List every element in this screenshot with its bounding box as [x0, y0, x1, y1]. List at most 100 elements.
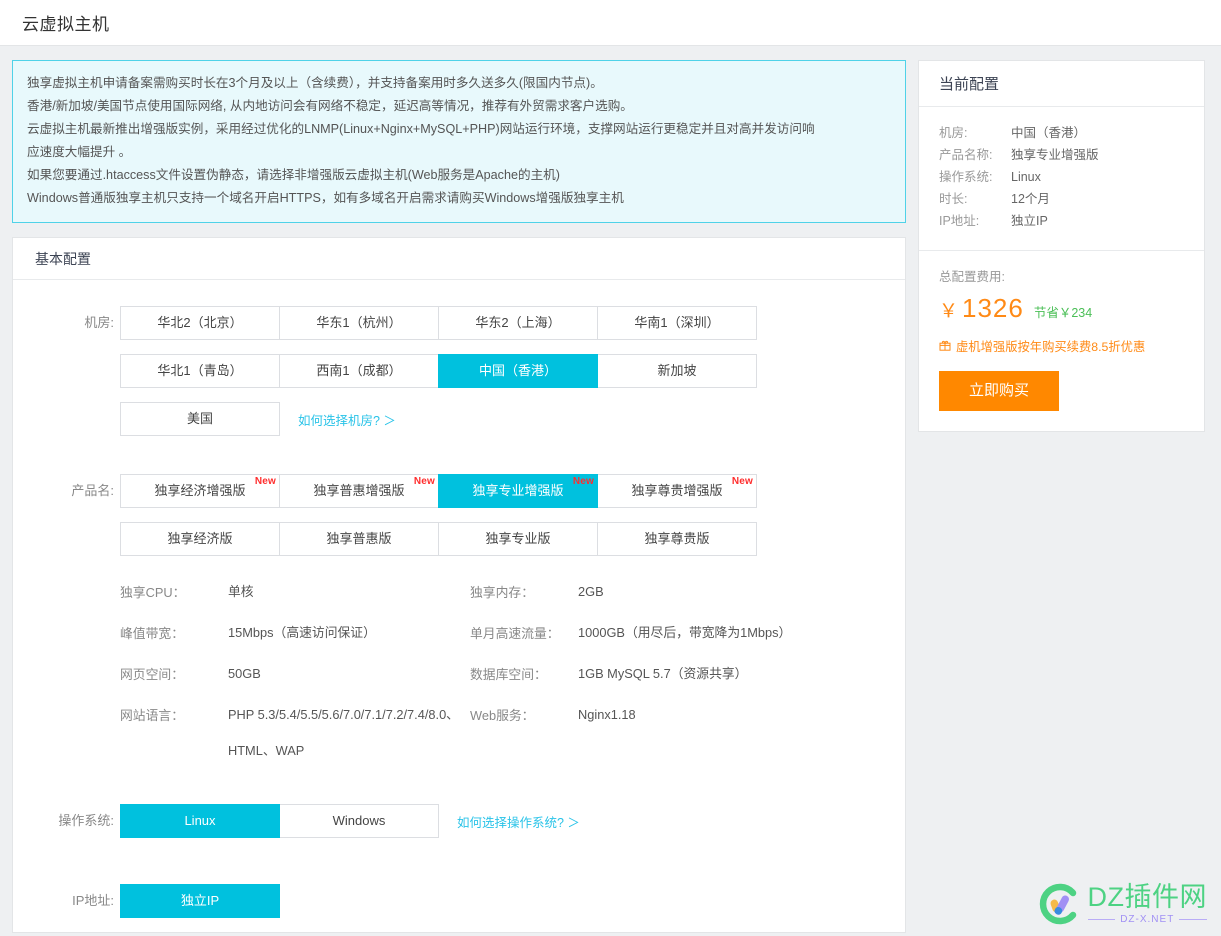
spec-value: 50GB [228, 666, 261, 681]
product-option[interactable]: 独享普惠增强版 New [279, 474, 439, 508]
ip-option-selected[interactable]: 独立IP [120, 884, 280, 918]
config-row: IP地址: 独立IP [939, 210, 1184, 232]
room-option[interactable]: 华东1（杭州） [279, 306, 439, 340]
room-options-row: 美国 如何选择机房? ＞ [120, 402, 757, 436]
buy-now-button[interactable]: 立即购买 [939, 371, 1059, 411]
new-badge-icon: New [254, 476, 276, 487]
config-value: 中国（香港） [1011, 126, 1087, 140]
spec-value: 2GB [578, 584, 604, 599]
config-value: 独立IP [1011, 214, 1048, 228]
product-option-label: 独享专业增强版 [472, 483, 564, 498]
spec-key: 独享内存： [470, 585, 534, 600]
config-key: 产品名称: [939, 148, 993, 162]
new-badge-icon: New [413, 476, 435, 487]
total-cost-label: 总配置费用: [939, 270, 1005, 284]
new-badge-icon: New [731, 476, 753, 487]
product-option-label: 独享经济增强版 [154, 483, 246, 498]
page-title: 云虚拟主机 [22, 15, 110, 34]
room-option[interactable]: 新加坡 [597, 354, 757, 388]
os-option[interactable]: Windows [279, 804, 439, 838]
field-product: 产品名: 独享经济增强版 New 独享普惠增强版 New 独享专业增强版 New… [13, 474, 905, 556]
spec-value: PHP 5.3/5.4/5.5/5.6/7.0/7.1/7.2/7.4/8.0、… [228, 705, 459, 760]
spec-value: 单核 [228, 584, 254, 599]
ip-options-row: 独立IP [120, 884, 280, 918]
notice-line: Windows普通版独享主机只支持一个域名开启HTTPS，如有多域名开启需求请购… [27, 191, 624, 205]
product-option[interactable]: 独享经济增强版 New [120, 474, 280, 508]
sidebar-column: 当前配置 机房: 中国（香港） 产品名称: 独享专业增强版 操作系统: Linu… [918, 60, 1205, 432]
ip-options: 独立IP [120, 884, 280, 918]
page-root: 云虚拟主机 独享虚拟主机申请备案需购买时长在3个月及以上（含续费），并支持备案用… [0, 0, 1221, 936]
room-option[interactable]: 西南1（成都） [279, 354, 439, 388]
spec-key: 网页空间： [120, 667, 184, 682]
spec-value: 1GB MySQL 5.7（资源共享） [578, 666, 748, 681]
product-option[interactable]: 独享专业版 [438, 522, 598, 556]
room-options-row: 华北1（青岛） 西南1（成都） 中国（香港） 新加坡 [120, 354, 757, 388]
spec-key: Web服务： [470, 708, 535, 723]
basic-config-body: 机房: 华北2（北京） 华东1（杭州） 华东2（上海） 华南1（深圳） 华北1（… [13, 280, 905, 932]
product-option[interactable]: 独享经济版 [120, 522, 280, 556]
product-options-row: 独享经济增强版 New 独享普惠增强版 New 独享专业增强版 New 独享尊贵… [120, 474, 757, 508]
product-options: 独享经济增强版 New 独享普惠增强版 New 独享专业增强版 New 独享尊贵… [120, 474, 757, 556]
field-room: 机房: 华北2（北京） 华东1（杭州） 华东2（上海） 华南1（深圳） 华北1（… [13, 306, 905, 436]
product-option[interactable]: 独享尊贵增强版 New [597, 474, 757, 508]
spec-value-line2: HTML、WAP [228, 743, 305, 758]
notice-line: 如果您要通过.htaccess文件设置伪静态，请选择非增强版云虚拟主机(Web服… [27, 168, 560, 182]
spec-row: 网站语言： PHP 5.3/5.4/5.5/5.6/7.0/7.1/7.2/7.… [120, 705, 470, 760]
spec-column-left: 独享CPU： 单核 峰值带宽： 15Mbps（高速访问保证） 网页空间： 50G… [120, 582, 470, 782]
spec-value-line1: PHP 5.3/5.4/5.5/5.6/7.0/7.1/7.2/7.4/8.0、 [228, 707, 459, 722]
new-badge-icon: New [572, 476, 594, 487]
basic-config-card: 基本配置 机房: 华北2（北京） 华东1（杭州） 华东2（上海） 华南1（深圳） [12, 237, 906, 933]
os-options: Linux Windows 如何选择操作系统? ＞ [120, 804, 580, 838]
currency-symbol: ￥ [939, 301, 960, 322]
config-row: 时长: 12个月 [939, 188, 1184, 210]
config-value: 独享专业增强版 [1011, 148, 1099, 162]
config-value: 12个月 [1011, 192, 1050, 206]
config-value: Linux [1011, 170, 1041, 184]
current-config-title: 当前配置 [919, 61, 1204, 107]
room-label: 机房: [84, 315, 114, 330]
room-option[interactable]: 华北2（北京） [120, 306, 280, 340]
room-option[interactable]: 华北1（青岛） [120, 354, 280, 388]
spec-value: 1000GB（用尽后，带宽降为1Mbps） [578, 625, 792, 640]
price-line: ￥ 1326 节省￥234 [939, 293, 1184, 324]
price-amount: ￥ 1326 [939, 293, 1024, 324]
product-option[interactable]: 独享普惠版 [279, 522, 439, 556]
spec-key: 网站语言： [120, 708, 184, 723]
room-option-selected[interactable]: 中国（香港） [438, 354, 598, 388]
price-value: 1326 [962, 293, 1024, 323]
spec-details: 独享CPU： 单核 峰值带宽： 15Mbps（高速访问保证） 网页空间： 50G… [13, 582, 905, 782]
config-key: 机房: [939, 126, 968, 140]
spec-key: 数据库空间： [470, 667, 547, 682]
os-help-link[interactable]: 如何选择操作系统? ＞ [457, 812, 580, 831]
product-option-label: 独享普惠增强版 [313, 483, 405, 498]
product-option-label: 独享尊贵增强版 [631, 483, 723, 498]
config-key: IP地址: [939, 214, 980, 228]
config-row: 操作系统: Linux [939, 166, 1184, 188]
spec-row: 独享CPU： 单核 [120, 582, 470, 601]
room-option[interactable]: 华东2（上海） [438, 306, 598, 340]
spec-row: 峰值带宽： 15Mbps（高速访问保证） [120, 623, 470, 642]
spec-value: 15Mbps（高速访问保证） [228, 625, 376, 640]
room-options-row: 华北2（北京） 华东1（杭州） 华东2（上海） 华南1（深圳） [120, 306, 757, 340]
spec-row: 网页空间： 50GB [120, 664, 470, 683]
room-option[interactable]: 美国 [120, 402, 280, 436]
config-row: 机房: 中国（香港） [939, 122, 1184, 144]
spec-key: 独享CPU： [120, 585, 186, 600]
gift-icon [939, 339, 951, 353]
config-key: 操作系统: [939, 170, 993, 184]
product-option-selected[interactable]: 独享专业增强版 New [438, 474, 598, 508]
basic-config-title: 基本配置 [13, 238, 905, 280]
room-help-link[interactable]: 如何选择机房? ＞ [298, 410, 396, 429]
spec-value: Nginx1.18 [578, 707, 636, 722]
spec-row: 独享内存： 2GB [470, 582, 820, 601]
product-option[interactable]: 独享尊贵版 [597, 522, 757, 556]
spec-key: 峰值带宽： [120, 626, 184, 641]
current-config-list: 机房: 中国（香港） 产品名称: 独享专业增强版 操作系统: Linux 时长:… [919, 107, 1204, 250]
room-option[interactable]: 华南1（深圳） [597, 306, 757, 340]
os-option-selected[interactable]: Linux [120, 804, 280, 838]
spec-row: 数据库空间： 1GB MySQL 5.7（资源共享） [470, 664, 820, 683]
spec-row: Web服务： Nginx1.18 [470, 705, 820, 724]
price-area: 总配置费用: ￥ 1326 节省￥234 虚机增强版按年购买续费8.5折优惠 立… [919, 251, 1204, 431]
notice-line: 云虚拟主机最新推出增强版实例，采用经过优化的LNMP(Linux+Nginx+M… [27, 122, 815, 136]
config-key: 时长: [939, 192, 968, 206]
